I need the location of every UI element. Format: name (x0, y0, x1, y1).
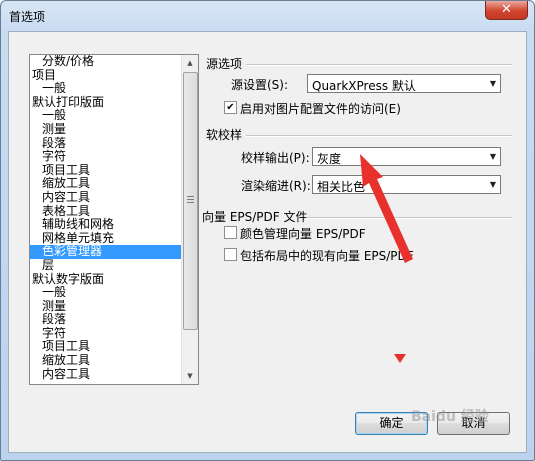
annotation-triangle-icon (394, 354, 406, 363)
close-button[interactable]: ✕ (485, 1, 528, 20)
chevron-down-icon: ▼ (489, 152, 496, 161)
tree-items: 分数/价格 项目 一般 默认打印版面 一般 测量 段落 字符 项目工具 缩放工具 内容工具 表格工具辅… (30, 55, 182, 381)
scroll-down-icon[interactable]: ▼ (182, 368, 198, 384)
tree-item[interactable]: 字符 (30, 150, 182, 164)
source-setting-label: 源设置(S): (231, 78, 289, 92)
tree-item[interactable]: 一般 (30, 285, 182, 300)
rendering-intent-value: 相关比色 (317, 180, 366, 194)
tree-item[interactable]: 测量 (30, 122, 182, 137)
tree-item[interactable]: 段落 (30, 313, 182, 327)
section-divider (306, 217, 512, 219)
preferences-window: 首选项 ✕ 分数/价格 项目 一般 默认打印版面 一般 测量 段落 字符 项目工具 缩放工具 内容工… (0, 0, 535, 461)
tree-item[interactable]: 一般 (30, 109, 182, 123)
dialog-client-area: 分数/价格 项目 一般 默认打印版面 一般 测量 段落 字符 项目工具 缩放工具 内容工具 表格工具辅… (8, 31, 527, 453)
color-manage-eps-checkbox[interactable] (224, 226, 237, 239)
scroll-thumb[interactable] (183, 72, 198, 330)
window-title: 首选项 (9, 10, 46, 24)
grip-line (187, 199, 194, 200)
color-manage-eps-label[interactable]: 颜色管理向量 EPS/PDF (240, 225, 366, 242)
rendering-intent-select[interactable]: 相关比色 ▼ (312, 175, 501, 194)
tree-item[interactable]: 分数/价格 (30, 55, 182, 69)
proof-output-label: 校样输出(P): (241, 151, 310, 165)
tree-item[interactable]: 内容工具 (30, 367, 182, 382)
tree-item[interactable]: 缩放工具 (30, 353, 182, 368)
section-divider (246, 135, 512, 137)
tree-scrollbar[interactable]: ▲ ▼ (181, 55, 198, 384)
source-setting-value: QuarkXPress 默认 (312, 79, 416, 93)
tree-item[interactable]: 内容工具 (30, 190, 182, 205)
check-icon: ✔ (226, 102, 235, 113)
section-divider (246, 64, 512, 66)
tree-item[interactable]: 色彩管理器 (30, 245, 182, 259)
chevron-down-icon: ▼ (489, 180, 496, 189)
source-setting-select[interactable]: QuarkXPress 默认 ▼ (307, 74, 501, 93)
chevron-down-icon: ▼ (489, 79, 496, 88)
close-icon: ✕ (501, 2, 512, 17)
eps-section-title: 向量 EPS/PDF 文件 (202, 210, 308, 224)
enable-profile-label[interactable]: 启用对图片配置文件的访问(E) (240, 100, 401, 117)
proof-section-title: 软校样 (206, 128, 243, 142)
proof-output-value: 灰度 (317, 152, 342, 166)
tree-item[interactable]: 层 (30, 258, 182, 273)
title-bar[interactable]: 首选项 ✕ (1, 1, 534, 31)
rendering-intent-label: 渲染缩进(R): (241, 179, 311, 193)
scroll-up-icon[interactable]: ▲ (182, 55, 198, 71)
tree-item[interactable]: 缩放工具 (30, 177, 182, 191)
include-layout-eps-checkbox[interactable] (224, 248, 237, 261)
watermark: Baidu 经验 (411, 409, 489, 425)
grip-line (187, 202, 194, 203)
enable-profile-checkbox[interactable]: ✔ (224, 101, 237, 114)
source-section-title: 源选项 (206, 57, 243, 71)
tree-item[interactable]: 一般 (30, 82, 182, 96)
preferences-tree[interactable]: 分数/价格 项目 一般 默认打印版面 一般 测量 段落 字符 项目工具 缩放工具 内容工具 表格工具辅… (29, 54, 199, 385)
tree-item[interactable]: 字符 (30, 326, 182, 341)
tree-item[interactable]: 辅助线和网格 (30, 218, 182, 232)
proof-output-select[interactable]: 灰度 ▼ (312, 147, 501, 166)
grip-line (187, 196, 194, 197)
include-layout-eps-label[interactable]: 包括布局中的现有向量 EPS/PDF (240, 247, 414, 264)
